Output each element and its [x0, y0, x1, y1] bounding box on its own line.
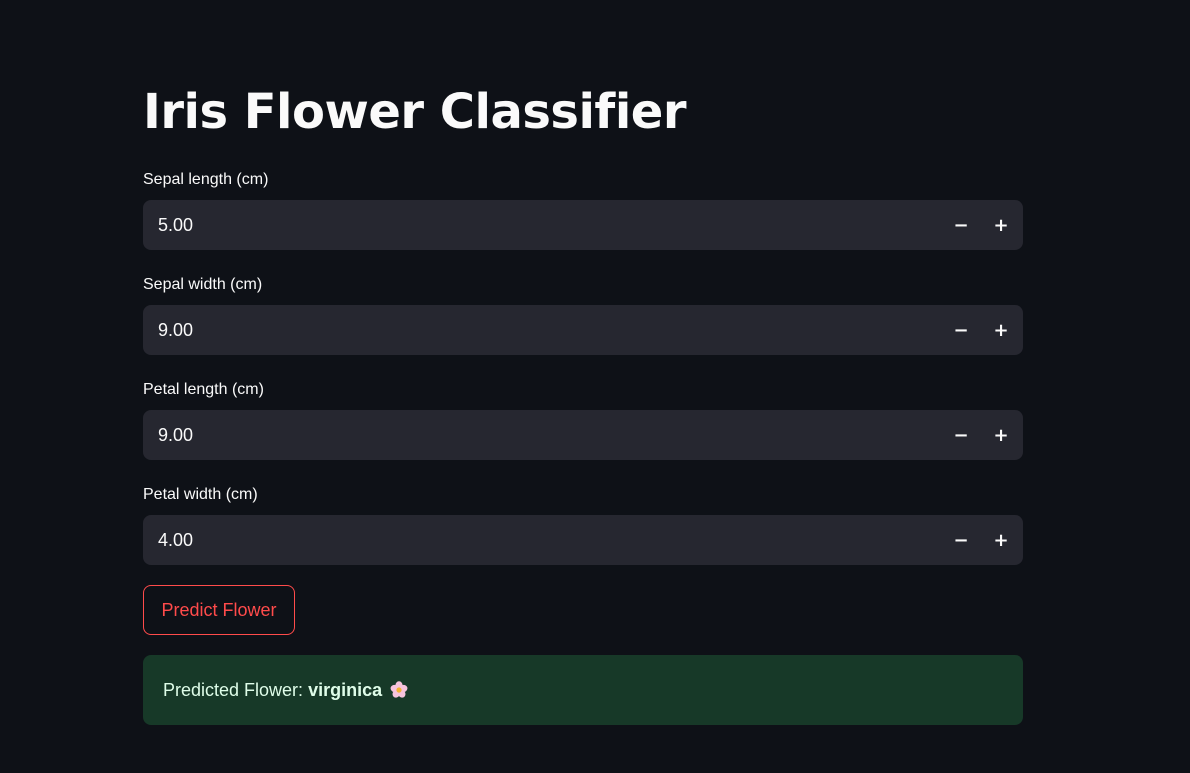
petal-length-field: Petal length (cm) − + — [143, 380, 1023, 460]
sepal-width-number-input: − + — [143, 305, 1023, 355]
petal-length-input[interactable] — [143, 410, 941, 460]
petal-length-label: Petal length (cm) — [143, 381, 264, 398]
sepal-width-decrement-button[interactable]: − — [941, 305, 981, 355]
petal-width-increment-button[interactable]: + — [981, 515, 1021, 565]
sepal-width-label: Sepal width (cm) — [143, 276, 263, 293]
sepal-length-number-input: − + — [143, 200, 1023, 250]
petal-width-decrement-button[interactable]: − — [941, 515, 981, 565]
petal-width-input[interactable] — [143, 515, 941, 565]
sepal-length-input[interactable] — [143, 200, 941, 250]
petal-length-decrement-button[interactable]: − — [941, 410, 981, 460]
petal-width-label: Petal width (cm) — [143, 486, 258, 503]
sepal-length-increment-button[interactable]: + — [981, 200, 1021, 250]
sepal-length-decrement-button[interactable]: − — [941, 200, 981, 250]
prediction-result-alert: Predicted Flower: virginica — [143, 655, 1023, 725]
sepal-width-input[interactable] — [143, 305, 941, 355]
sepal-width-field: Sepal width (cm) − + — [143, 275, 1023, 355]
page-title: Iris Flower Classifier — [143, 84, 687, 140]
app-root: Iris Flower Classifier Sepal length (cm)… — [0, 0, 1190, 773]
petal-length-increment-button[interactable]: + — [981, 410, 1021, 460]
petal-width-number-input: − + — [143, 515, 1023, 565]
result-value: virginica — [308, 679, 383, 700]
sepal-length-label: Sepal length (cm) — [143, 171, 269, 188]
petal-width-field: Petal width (cm) − + — [143, 485, 1023, 565]
result-prefix: Predicted Flower: — [163, 679, 304, 700]
sepal-width-increment-button[interactable]: + — [981, 305, 1021, 355]
petal-length-number-input: − + — [143, 410, 1023, 460]
predict-flower-button[interactable]: Predict Flower — [143, 585, 295, 635]
cherry-blossom-icon — [390, 681, 408, 699]
sepal-length-field: Sepal length (cm) − + — [143, 170, 1023, 250]
